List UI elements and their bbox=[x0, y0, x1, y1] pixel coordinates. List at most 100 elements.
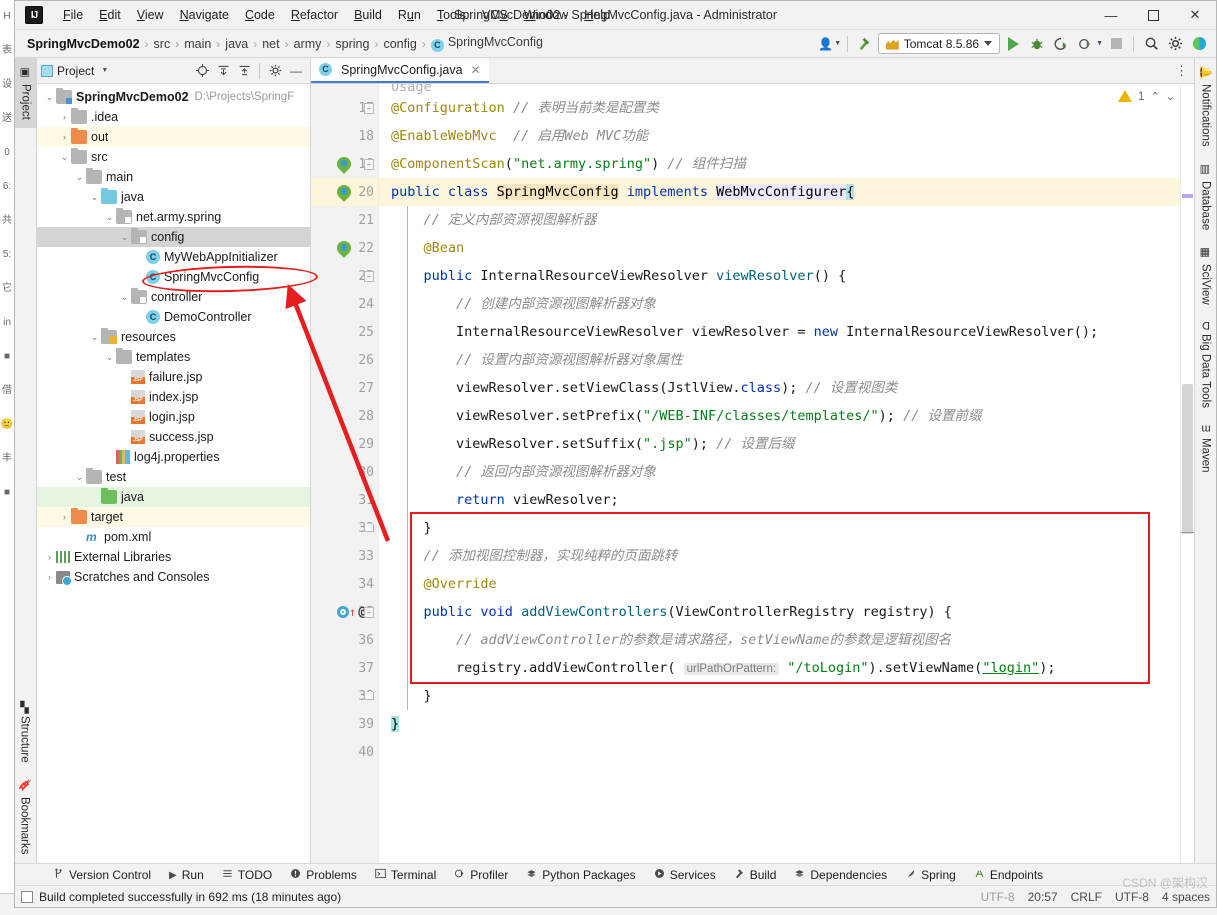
spring-bean-gutter-icon[interactable] bbox=[334, 238, 354, 258]
tree-twisty-icon[interactable]: ⌄ bbox=[88, 332, 101, 343]
tree-twisty-icon[interactable]: › bbox=[58, 112, 71, 122]
gutter-line-31[interactable]: 31 bbox=[311, 486, 378, 514]
code-line-22[interactable]: @Bean bbox=[379, 234, 1180, 262]
bottom-tab-profiler[interactable]: Profiler bbox=[446, 866, 516, 884]
run-button[interactable] bbox=[1002, 33, 1024, 55]
fold-region-icon[interactable]: − bbox=[364, 270, 374, 282]
gutter-line-19[interactable]: 19− bbox=[311, 150, 378, 178]
code-line-36[interactable]: // addViewController的参数是请求路径，setViewName… bbox=[379, 626, 1180, 654]
tree-twisty-icon[interactable]: ⌄ bbox=[103, 352, 116, 363]
tree-node-springmvcdemo02[interactable]: ⌄ SpringMvcDemo02 D:\Projects\SpringF bbox=[37, 87, 310, 107]
code-line-30[interactable]: // 返回内部资源视图解析器对象 bbox=[379, 458, 1180, 486]
tree-node-resources[interactable]: ⌄ resources bbox=[37, 327, 310, 347]
tool-tab-structure[interactable]: ▚ Structure bbox=[15, 695, 34, 771]
gutter-line-24[interactable]: 24 bbox=[311, 290, 378, 318]
tree-node-java[interactable]: java bbox=[37, 487, 310, 507]
spring-bean-gutter-icon[interactable] bbox=[334, 154, 354, 174]
gutter-line-35[interactable]: ↑@35− bbox=[311, 598, 378, 626]
editor-scroll-map[interactable] bbox=[1180, 84, 1194, 863]
close-button[interactable]: ✕ bbox=[1174, 1, 1216, 30]
breadcrumb-class[interactable]: C SpringMvcConfig bbox=[427, 34, 547, 53]
gutter-line-36[interactable]: 36 bbox=[311, 626, 378, 654]
tree-twisty-icon[interactable]: ⌄ bbox=[118, 232, 131, 243]
menu-item-run[interactable]: Run bbox=[390, 5, 429, 25]
breadcrumb-net[interactable]: net bbox=[258, 36, 283, 52]
breadcrumb-src[interactable]: src bbox=[150, 36, 175, 52]
gutter-line-22[interactable]: 22 bbox=[311, 234, 378, 262]
tree-node-config[interactable]: ⌄ config bbox=[37, 227, 310, 247]
tool-tab-database[interactable]: ▤ Database bbox=[1195, 155, 1216, 238]
tree-node-springmvcconfig[interactable]: C SpringMvcConfig bbox=[37, 267, 310, 287]
menu-item-code[interactable]: Code bbox=[237, 5, 283, 25]
code-line-34[interactable]: @Override bbox=[379, 570, 1180, 598]
status-line-separator[interactable]: CRLF bbox=[1071, 890, 1102, 904]
gutter-line-29[interactable]: 29 bbox=[311, 430, 378, 458]
status-file-encoding[interactable]: UTF-8 bbox=[1115, 890, 1149, 904]
hide-tool-window-icon[interactable]: — bbox=[286, 61, 306, 81]
settings-gear-icon[interactable] bbox=[1164, 33, 1186, 55]
gutter-line-26[interactable]: 26 bbox=[311, 346, 378, 374]
tree-twisty-icon[interactable]: ⌄ bbox=[73, 172, 86, 183]
tree-node-out[interactable]: › out bbox=[37, 127, 310, 147]
code-line-23[interactable]: public InternalResourceViewResolver view… bbox=[379, 262, 1180, 290]
gutter-line-23[interactable]: 23− bbox=[311, 262, 378, 290]
gutter-line-25[interactable]: 25 bbox=[311, 318, 378, 346]
tree-twisty-icon[interactable]: ⌄ bbox=[43, 92, 56, 103]
tree-twisty-icon[interactable]: ⌄ bbox=[88, 192, 101, 203]
fold-region-icon[interactable]: − bbox=[364, 606, 374, 618]
status-caret-position[interactable]: 20:57 bbox=[1028, 890, 1058, 904]
code-line-32[interactable]: } bbox=[379, 514, 1180, 542]
gutter-line-38[interactable]: 38 bbox=[311, 682, 378, 710]
breadcrumb-army[interactable]: army bbox=[290, 36, 326, 52]
tree-node-external-libraries[interactable]: › External Libraries bbox=[37, 547, 310, 567]
tree-twisty-icon[interactable]: › bbox=[58, 132, 71, 142]
code-line-21[interactable]: // 定义内部资源视图解析器 bbox=[379, 206, 1180, 234]
inspection-widget[interactable]: 1 ⌃ ⌄ bbox=[1114, 88, 1178, 104]
bottom-tab-problems[interactable]: Problems bbox=[282, 866, 365, 884]
view-name-literal[interactable]: "login" bbox=[982, 660, 1039, 676]
bottom-tab-dependencies[interactable]: Dependencies bbox=[786, 866, 895, 884]
tree-node-mywebappinitializer[interactable]: C MyWebAppInitializer bbox=[37, 247, 310, 267]
gutter-line-28[interactable]: 28 bbox=[311, 402, 378, 430]
build-status-message[interactable]: Build completed successfully in 692 ms (… bbox=[21, 890, 341, 904]
breadcrumb-main[interactable]: main bbox=[180, 36, 215, 52]
breadcrumb-spring[interactable]: spring bbox=[331, 36, 373, 52]
tree-node-target[interactable]: › target bbox=[37, 507, 310, 527]
code-line-39[interactable]: } bbox=[379, 710, 1180, 738]
editor-gutter[interactable]: 17− 18 19− 20 21 22 23− 24 25 26 27 28 29 30 31 32 33 34 ↑… bbox=[311, 84, 379, 863]
bottom-tab-python-packages[interactable]: Python Packages bbox=[518, 866, 643, 884]
gutter-line-37[interactable]: 37 bbox=[311, 654, 378, 682]
stop-button[interactable] bbox=[1105, 33, 1127, 55]
tool-tab-bookmarks[interactable]: 🔖 Bookmarks bbox=[15, 771, 34, 863]
tree-node-java[interactable]: ⌄ java bbox=[37, 187, 310, 207]
bottom-tab-endpoints[interactable]: Endpoints bbox=[966, 866, 1051, 884]
breadcrumb-project[interactable]: SpringMvcDemo02 bbox=[23, 36, 144, 52]
code-line-17[interactable]: @Configuration // 表明当前类是配置类 bbox=[379, 94, 1180, 122]
tool-tab-sciview[interactable]: ▦ SciView bbox=[1195, 238, 1216, 313]
expand-all-icon[interactable] bbox=[213, 61, 233, 81]
collapse-all-icon[interactable] bbox=[234, 61, 254, 81]
fold-region-icon[interactable]: − bbox=[364, 158, 374, 170]
scrollbar-thumb[interactable] bbox=[1182, 384, 1193, 534]
gutter-line-40[interactable]: 40 bbox=[311, 738, 378, 766]
previous-highlight-icon[interactable]: ⌃ bbox=[1151, 90, 1160, 103]
gutter-line-39[interactable]: 39 bbox=[311, 710, 378, 738]
tool-tab-maven[interactable]: m Maven bbox=[1195, 416, 1216, 481]
menu-item-refactor[interactable]: Refactor bbox=[283, 5, 346, 25]
tree-twisty-icon[interactable]: › bbox=[43, 552, 56, 562]
breadcrumb-config[interactable]: config bbox=[379, 36, 420, 52]
tree-node-test[interactable]: ⌄ test bbox=[37, 467, 310, 487]
tool-tab-project[interactable]: ▣ Project bbox=[15, 58, 36, 128]
gutter-line-17[interactable]: 17− bbox=[311, 94, 378, 122]
tree-twisty-icon[interactable]: ⌄ bbox=[118, 292, 131, 303]
bottom-tab-run[interactable]: ▶ Run bbox=[161, 866, 212, 884]
project-tree[interactable]: ⌄ SpringMvcDemo02 D:\Projects\SpringF › .ide… bbox=[37, 84, 310, 863]
code-line-35[interactable]: public void addViewControllers(ViewContr… bbox=[379, 598, 1180, 626]
tree-node-templates[interactable]: ⌄ templates bbox=[37, 347, 310, 367]
editor-options-icon[interactable]: ⋮ bbox=[1170, 58, 1194, 83]
tree-twisty-icon[interactable]: ⌄ bbox=[58, 152, 71, 163]
bottom-tab-spring[interactable]: Spring bbox=[897, 866, 964, 884]
code-line-38[interactable]: } bbox=[379, 682, 1180, 710]
tree-node-login-jsp[interactable]: login.jsp bbox=[37, 407, 310, 427]
bottom-tab-todo[interactable]: TODO bbox=[214, 866, 280, 884]
